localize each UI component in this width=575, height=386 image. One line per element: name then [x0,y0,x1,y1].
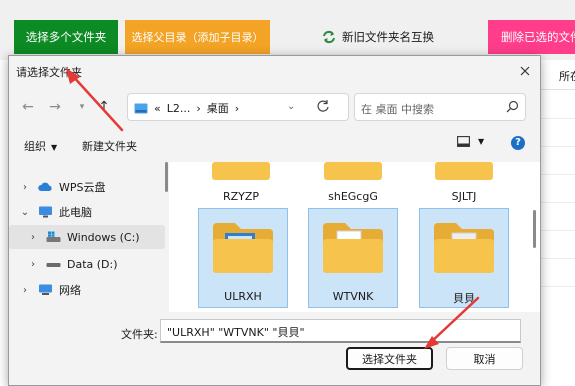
search-icon[interactable] [506,100,519,113]
tree-item-label: Data (D:) [67,257,118,271]
chevron-right-icon: › [234,101,240,115]
folder-item-selected[interactable]: ULRXH [198,208,288,308]
tree-item-label: 此电脑 [59,206,92,219]
folder-name: WTVNK [332,290,374,303]
organize-menu[interactable]: 组织 ▼ [24,138,57,154]
delete-selected-button[interactable]: 删除已选的文件 [488,20,575,54]
address-bar[interactable]: « L2... › 桌面 › ⌄ [127,93,349,121]
view-options[interactable]: ▼ [457,136,484,147]
tree-item-label: Windows (C:) [67,230,140,244]
navigation-scrollbar[interactable] [165,162,168,192]
background-list-column: 所在 [538,60,575,384]
up-arrow-icon[interactable]: ↑ [95,98,113,116]
folder-picker-dialog: 请选择文件夹 ← → ▾ ↑ « L2... › 桌面 › ⌄ 在 桌面 中搜索 [8,55,541,386]
chevron-right-icon[interactable]: › [20,285,30,296]
view-icon [457,136,470,147]
navigation-pane: › WPS云盘 ⌄ 此电脑 › Windows (C:) › Data (D:)… [9,162,169,312]
select-parent-directory-button[interactable]: 选择父目录（添加子目录） [125,20,270,54]
help-icon[interactable]: ? [511,136,525,150]
row-divider [539,174,575,175]
caret-down-icon: ▼ [51,143,58,152]
computer-icon [39,206,52,218]
folder-field-label: 文件夹: [121,328,158,341]
app-toolbar: 选择多个文件夹 选择父目录（添加子目录） 新旧文件夹名互换 删除已选的文件 [0,0,575,60]
back-arrow-icon[interactable]: ← [19,98,37,116]
search-box[interactable]: 在 桌面 中搜索 [354,93,526,121]
file-list: RZYZP shEGcgG SJLTJ ULRXH WTVNK 貝貝 [169,162,540,312]
tree-item-wps-cloud[interactable]: › WPS云盘 [9,175,165,199]
forward-arrow-icon[interactable]: → [46,98,64,116]
chevron-right-icon[interactable]: › [28,259,38,270]
folder-name: RZYZP [222,190,260,203]
cloud-icon [38,182,52,191]
dialog-title: 请选择文件夹 [16,66,82,79]
folder-item-selected[interactable]: 貝貝 [419,208,509,308]
folder-icon [324,162,382,180]
address-overflow[interactable]: « [154,102,161,115]
row-divider [539,146,575,147]
folder-name: 貝貝 [453,292,475,305]
cancel-button[interactable]: 取消 [446,347,523,370]
navigation-bar: ← → ▾ ↑ « L2... › 桌面 › ⌄ 在 桌面 中搜索 [9,86,540,128]
dialog-footer: 文件夹: "ULRXH" "WTVNK" "貝貝" 选择文件夹 取消 [9,312,540,385]
swap-names-label: 新旧文件夹名互换 [342,30,434,44]
chevron-down-icon[interactable]: ⌄ [287,101,295,112]
caret-down-icon: ▼ [478,137,485,146]
file-list-scrollbar[interactable] [533,210,536,248]
folder-icon [434,223,494,273]
select-multiple-folders-button[interactable]: 选择多个文件夹 [14,20,118,54]
row-divider [539,230,575,231]
dialog-titlebar: 请选择文件夹 [9,56,540,86]
tree-item-label: WPS云盘 [59,181,106,194]
tree-item-windows-c[interactable]: › Windows (C:) [9,225,165,249]
windows-drive-icon [46,231,61,242]
folder-name: shEGcgG [328,190,378,203]
recent-locations-icon[interactable]: ▾ [73,98,91,116]
chevron-down-icon[interactable]: ⌄ [20,207,30,218]
chevron-right-icon[interactable]: › [28,232,38,243]
row-divider [539,118,575,119]
folder-icon [213,223,273,273]
tree-item-data-d[interactable]: › Data (D:) [9,252,165,276]
chevron-right-icon[interactable]: › [20,182,30,193]
folder-icon [323,223,383,273]
command-bar: 组织 ▼ 新建文件夹 ▼ ? [9,128,540,162]
folder-name: SJLTJ [451,190,477,203]
refresh-icon[interactable] [316,99,330,113]
folder-item-selected[interactable]: WTVNK [308,208,398,308]
folder-name-field[interactable]: "ULRXH" "WTVNK" "貝貝" [160,319,521,343]
column-header: 所在 [539,64,575,90]
swap-names-button[interactable]: 新旧文件夹名互换 [318,20,438,54]
tree-item-label: 网络 [59,284,81,297]
close-icon[interactable] [515,61,535,81]
row-divider [539,202,575,203]
folder-icon [212,162,270,180]
new-folder-button[interactable]: 新建文件夹 [82,138,137,154]
chevron-right-icon: › [196,101,201,115]
row-divider [539,258,575,259]
folder-icon [435,162,493,180]
folder-name: ULRXH [224,290,262,303]
breadcrumb-user[interactable]: L2... [167,102,191,115]
network-icon [39,284,52,295]
tree-item-this-pc[interactable]: ⌄ 此电脑 [9,200,165,224]
select-folder-button[interactable]: 选择文件夹 [346,347,433,370]
drive-icon [46,263,61,267]
row-divider [539,286,575,287]
breadcrumb-desktop[interactable]: 桌面 [207,100,229,116]
search-input[interactable]: 在 桌面 中搜索 [361,101,434,117]
tree-item-network[interactable]: › 网络 [9,278,165,302]
desktop-icon [134,103,148,113]
swap-icon [323,30,335,44]
